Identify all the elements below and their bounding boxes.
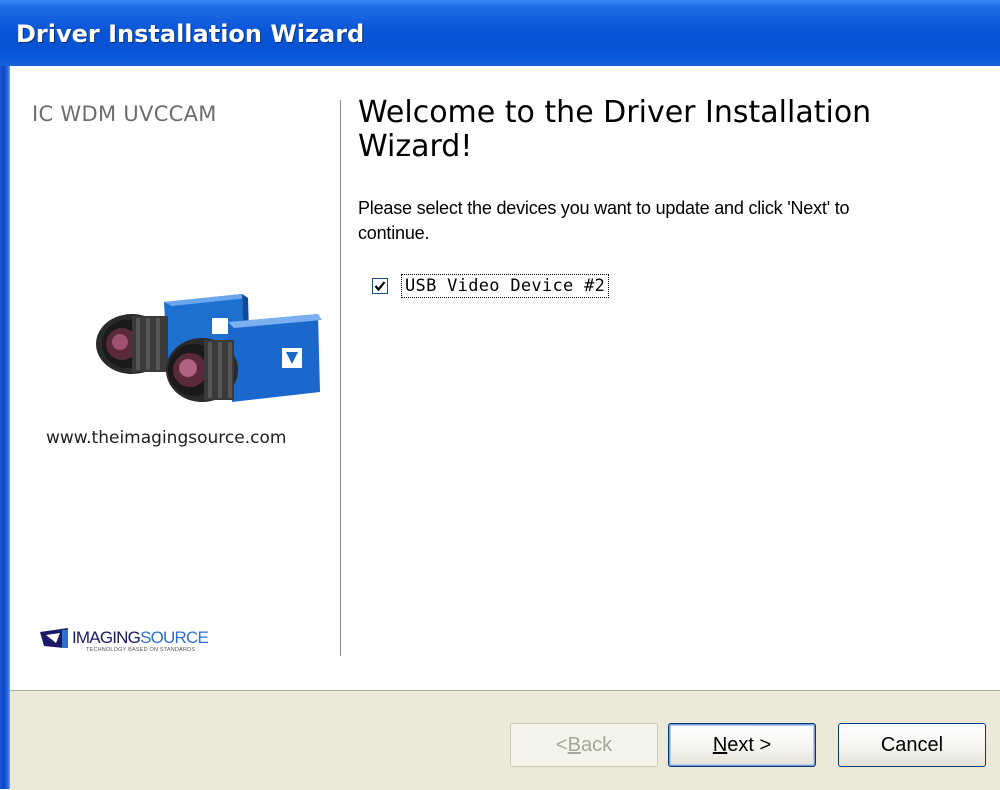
wizard-content: IC WDM UVCCAM www.theimagingsource.com I… (10, 66, 1000, 690)
imaging-source-logo-icon (40, 628, 68, 648)
back-button[interactable]: < Back (510, 723, 658, 767)
checkmark-icon (374, 281, 386, 292)
next-button[interactable]: Next > (668, 723, 816, 767)
device-list-item[interactable]: USB Video Device #2 (372, 274, 610, 298)
camera-image (96, 294, 322, 402)
wizard-window: Driver Installation Wizard IC WDM UVCCAM (0, 0, 1000, 790)
logo-text-source: SOURCE (140, 628, 209, 647)
device-checkbox[interactable] (372, 278, 388, 294)
logo-text-imaging: IMAGING (72, 628, 141, 647)
product-name: IC WDM UVCCAM (32, 102, 217, 126)
website-link: www.theimagingsource.com (46, 428, 287, 448)
cancel-button[interactable]: Cancel (838, 723, 986, 767)
logo-tagline: TECHNOLOGY BASED ON STANDARDS (86, 647, 196, 653)
window-title: Driver Installation Wizard (16, 20, 365, 48)
title-bar[interactable]: Driver Installation Wizard (0, 0, 1000, 66)
instructions-text: Please select the devices you want to up… (358, 198, 850, 243)
company-logo: IMAGINGSOURCE TECHNOLOGY BASED ON STANDA… (38, 626, 228, 656)
page-title: Welcome to the Driver Installation Wizar… (358, 95, 872, 164)
sidebar-panel: IC WDM UVCCAM www.theimagingsource.com I… (10, 66, 340, 690)
device-label[interactable]: USB Video Device #2 (400, 274, 610, 298)
main-panel: Welcome to the Driver Installation Wizar… (358, 66, 988, 690)
window-frame-left (0, 66, 10, 789)
button-bar: < Back Next > Cancel (10, 690, 1000, 790)
panel-divider (340, 100, 341, 656)
